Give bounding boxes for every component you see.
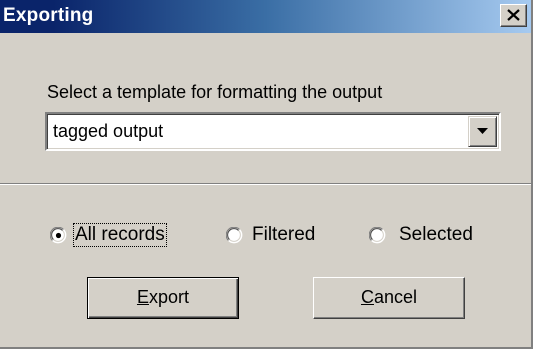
window-title: Exporting <box>3 5 94 26</box>
radio-selected[interactable]: Selected <box>369 224 489 248</box>
template-select-value: tagged output <box>53 121 164 141</box>
template-select[interactable]: tagged output <box>45 112 501 151</box>
template-prompt-label: Select a template for formatting the out… <box>47 82 383 102</box>
template-dropdown-button[interactable] <box>468 116 497 147</box>
chevron-down-icon <box>477 128 488 134</box>
radio-all-records[interactable]: All records <box>50 223 192 248</box>
export-button-mnemonic: E <box>136 287 149 307</box>
export-button-label: xport <box>148 287 190 307</box>
radio-unselected-icon <box>226 227 243 244</box>
export-dialog: Exporting Select a template for formatti… <box>0 0 533 349</box>
close-button[interactable] <box>500 4 527 27</box>
radio-selected-label: Selected <box>399 224 473 245</box>
export-button[interactable]: Export <box>87 277 239 319</box>
separator <box>0 183 531 185</box>
cancel-button-mnemonic: C <box>360 287 374 307</box>
radio-selected-icon <box>50 227 67 244</box>
radio-all-records-label: All records <box>73 223 167 247</box>
radio-unselected-icon <box>369 227 386 244</box>
close-icon <box>507 9 520 21</box>
cancel-button-label: ancel <box>373 287 418 307</box>
title-bar[interactable]: Exporting <box>0 0 531 33</box>
radio-filtered[interactable]: Filtered <box>226 224 336 248</box>
radio-filtered-label: Filtered <box>252 224 316 245</box>
cancel-button[interactable]: Cancel <box>313 277 465 319</box>
